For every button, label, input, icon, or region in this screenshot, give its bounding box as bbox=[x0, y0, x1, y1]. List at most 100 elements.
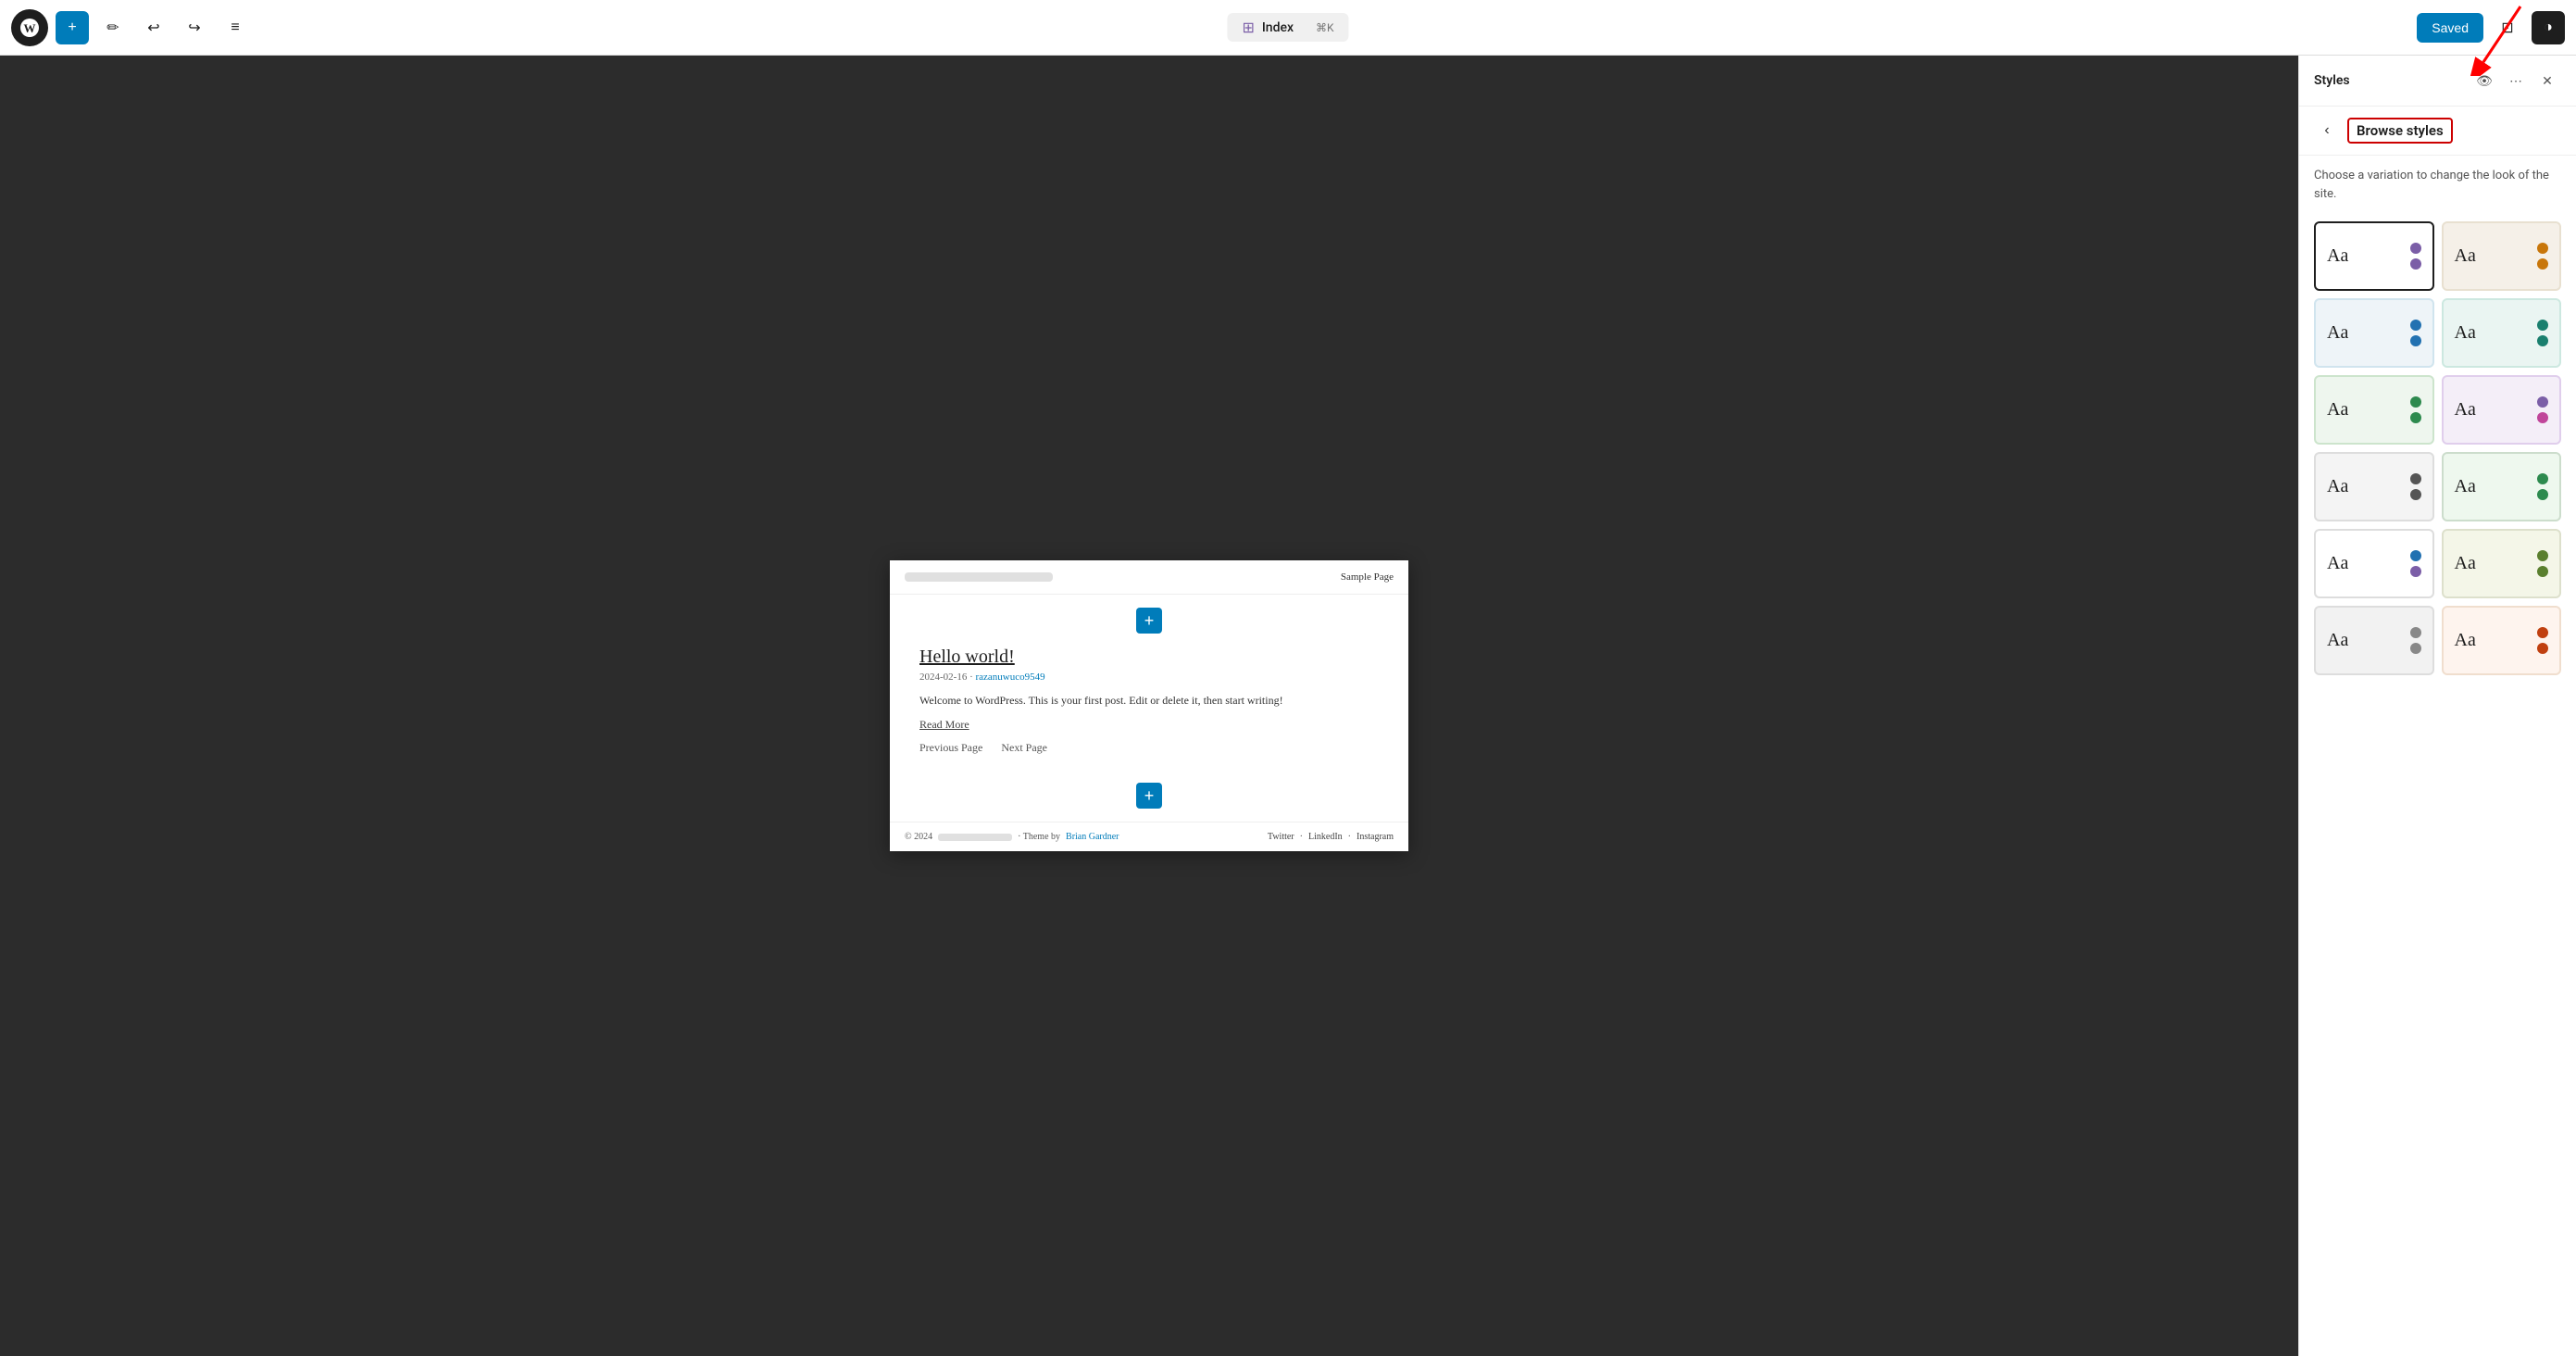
post-title: Hello world! bbox=[919, 647, 1379, 668]
style-card-blue[interactable]: Aa bbox=[2314, 298, 2434, 368]
dot-2 bbox=[2410, 258, 2421, 270]
panel-close-button[interactable]: ✕ bbox=[2533, 67, 2561, 94]
styles-description: Choose a variation to change the look of… bbox=[2299, 156, 2576, 214]
style-card-warm[interactable]: Aa bbox=[2442, 221, 2562, 291]
document-title: Index bbox=[1262, 20, 1294, 35]
style-aa-label: Aa bbox=[2327, 553, 2348, 574]
style-aa-label: Aa bbox=[2327, 630, 2348, 651]
tools-button[interactable]: ✏ bbox=[96, 11, 130, 44]
footer-author-link[interactable]: Brian Gardner bbox=[1066, 832, 1119, 842]
footer-site-name bbox=[938, 834, 1012, 841]
style-card-orange-red[interactable]: Aa bbox=[2442, 606, 2562, 675]
dot-2 bbox=[2537, 566, 2548, 577]
style-dots bbox=[2410, 396, 2421, 423]
dark-mode-button[interactable]: ◑ bbox=[2532, 11, 2565, 44]
dot-2 bbox=[2537, 489, 2548, 500]
preview-header: Sample Page bbox=[890, 560, 1408, 595]
style-card-green2[interactable]: Aa bbox=[2442, 452, 2562, 521]
dot-1 bbox=[2537, 396, 2548, 408]
style-card-purple-pink[interactable]: Aa bbox=[2442, 375, 2562, 445]
style-card-olive[interactable]: Aa bbox=[2442, 529, 2562, 598]
style-dots bbox=[2537, 627, 2548, 654]
style-card-default[interactable]: Aa bbox=[2314, 221, 2434, 291]
pagination: Previous Page Next Page bbox=[919, 741, 1379, 755]
dot-1 bbox=[2410, 627, 2421, 638]
instagram-link[interactable]: Instagram bbox=[1357, 832, 1394, 842]
wp-logo[interactable]: W bbox=[11, 9, 48, 46]
footer-left: © 2024 · Theme by Brian Gardner bbox=[905, 832, 1119, 842]
styles-panel: Styles 👁 ⋯ ✕ ‹ Browse styles Choose a va… bbox=[2298, 56, 2576, 1356]
style-dots bbox=[2537, 473, 2548, 500]
panel-more-button[interactable]: ⋯ bbox=[2502, 67, 2530, 94]
styles-panel-header: Styles 👁 ⋯ ✕ bbox=[2299, 56, 2576, 107]
dot-1 bbox=[2537, 550, 2548, 561]
layout-toggle-button[interactable]: ⊡ bbox=[2491, 11, 2524, 44]
twitter-link[interactable]: Twitter bbox=[1268, 832, 1294, 842]
dot-1 bbox=[2537, 627, 2548, 638]
add-block-bottom-button[interactable]: + bbox=[1136, 783, 1162, 809]
eye-icon: 👁 bbox=[2476, 73, 2493, 89]
dot-1 bbox=[2410, 320, 2421, 331]
list-view-button[interactable]: ≡ bbox=[219, 11, 252, 44]
style-card-gray-dark[interactable]: Aa bbox=[2314, 452, 2434, 521]
style-aa-label: Aa bbox=[2327, 399, 2348, 421]
style-aa-label: Aa bbox=[2327, 476, 2348, 497]
add-block-top-wrapper: + bbox=[890, 600, 1408, 641]
previous-page-link[interactable]: Previous Page bbox=[919, 741, 982, 755]
nav-placeholder bbox=[905, 572, 1053, 582]
style-card-green[interactable]: Aa bbox=[2314, 375, 2434, 445]
linkedin-link[interactable]: LinkedIn bbox=[1308, 832, 1343, 842]
main-area: Sample Page + Hello world! 2024-02-16 · … bbox=[0, 56, 2576, 1356]
redo-button[interactable]: ↪ bbox=[178, 11, 211, 44]
list-icon: ≡ bbox=[231, 19, 239, 36]
dot-2 bbox=[2410, 643, 2421, 654]
style-dots bbox=[2537, 550, 2548, 577]
add-block-bottom-wrapper: + bbox=[890, 775, 1408, 816]
next-page-link[interactable]: Next Page bbox=[1001, 741, 1047, 755]
chevron-left-icon: ‹ bbox=[2324, 122, 2329, 139]
style-card-teal[interactable]: Aa bbox=[2442, 298, 2562, 368]
dot-1 bbox=[2410, 243, 2421, 254]
close-icon: ✕ bbox=[2542, 73, 2553, 89]
footer-theme-by: · Theme by bbox=[1018, 832, 1060, 842]
style-card-light-gray[interactable]: Aa bbox=[2314, 606, 2434, 675]
add-block-top-button[interactable]: + bbox=[1136, 608, 1162, 634]
document-pill[interactable]: ⊞ Index ⌘K bbox=[1227, 13, 1348, 42]
dot-1 bbox=[2537, 473, 2548, 484]
dot-2 bbox=[2410, 335, 2421, 346]
saved-button[interactable]: Saved bbox=[2417, 13, 2483, 43]
style-dots bbox=[2410, 243, 2421, 270]
browse-styles-label: Browse styles bbox=[2347, 118, 2453, 144]
panel-actions: 👁 ⋯ ✕ bbox=[2470, 67, 2561, 94]
style-card-blue-purple[interactable]: Aa bbox=[2314, 529, 2434, 598]
post-body: Welcome to WordPress. This is your first… bbox=[919, 692, 1379, 709]
style-dots bbox=[2537, 243, 2548, 270]
separator1: · bbox=[1300, 832, 1303, 842]
dot-2 bbox=[2410, 566, 2421, 577]
center-document-selector: ⊞ Index ⌘K bbox=[1227, 13, 1348, 42]
style-aa-label: Aa bbox=[2455, 630, 2476, 651]
dot-2 bbox=[2537, 643, 2548, 654]
separator2: · bbox=[1348, 832, 1351, 842]
preview-content: Hello world! 2024-02-16 · razanuwuco9549… bbox=[890, 647, 1408, 770]
toolbar: W + ✏ ↩ ↪ ≡ ⊞ Index ⌘K Saved ⊡ ◑ bbox=[0, 0, 2576, 56]
read-more-link[interactable]: Read More bbox=[919, 718, 1379, 732]
styles-panel-title: Styles bbox=[2314, 73, 2350, 88]
canvas-area[interactable]: Sample Page + Hello world! 2024-02-16 · … bbox=[0, 56, 2298, 1356]
post-author[interactable]: razanuwuco9549 bbox=[976, 672, 1045, 683]
style-dots bbox=[2410, 627, 2421, 654]
undo-icon: ↩ bbox=[147, 19, 159, 37]
add-block-button[interactable]: + bbox=[56, 11, 89, 44]
back-button[interactable]: ‹ bbox=[2314, 118, 2340, 144]
sample-page-link[interactable]: Sample Page bbox=[1341, 571, 1394, 583]
toolbar-right: Saved ⊡ ◑ bbox=[2417, 11, 2565, 44]
document-icon: ⊞ bbox=[1242, 19, 1254, 36]
style-dots bbox=[2537, 396, 2548, 423]
panel-eye-button[interactable]: 👁 bbox=[2470, 67, 2498, 94]
layout-icon: ⊡ bbox=[2501, 19, 2513, 37]
undo-button[interactable]: ↩ bbox=[137, 11, 170, 44]
style-dots bbox=[2410, 473, 2421, 500]
dot-2 bbox=[2537, 335, 2548, 346]
style-dots bbox=[2537, 320, 2548, 346]
post-date: 2024-02-16 bbox=[919, 672, 967, 683]
